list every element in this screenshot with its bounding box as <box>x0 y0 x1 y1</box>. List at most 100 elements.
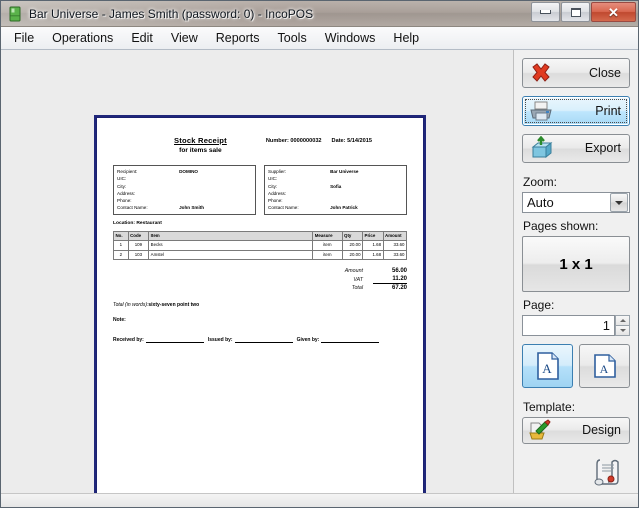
minimize-icon <box>540 10 551 14</box>
document-title: Stock Receipt <box>174 136 227 145</box>
header-qty: Qty <box>341 230 364 242</box>
header-amount: Amount <box>382 230 408 242</box>
tools-sidebar: Close Print Export Zoom: Auto Pages show… <box>514 50 638 493</box>
totals-label-vat: VAT <box>353 276 363 283</box>
location-line: Location: Restaurant <box>113 220 162 226</box>
document-header: Stock Receipt for items sale Number: 000… <box>113 136 407 154</box>
recipient-label-5: Contact Name: <box>117 205 148 211</box>
signature-rule-received <box>145 337 204 344</box>
supplier-value-5: John Patrick <box>330 205 358 211</box>
chevron-down-icon[interactable] <box>610 193 628 213</box>
totals-row-total: Total 67.20 <box>345 284 407 293</box>
caret-up-icon <box>619 319 626 323</box>
signature-rule-given <box>321 337 380 344</box>
cell-measure: item <box>312 240 343 251</box>
totals-value-vat: 11.20 <box>373 275 407 285</box>
cell-measure: item <box>312 249 343 261</box>
print-button[interactable]: Print <box>522 95 630 126</box>
menu-item-edit[interactable]: Edit <box>122 28 162 48</box>
design-button-label: Design <box>582 423 621 438</box>
application-window: Bar Universe - James Smith (password: 0)… <box>0 0 639 508</box>
cell-price: 1.68 <box>362 240 384 251</box>
supplier-label-4: Phone: <box>268 198 283 204</box>
menu-item-file[interactable]: File <box>5 28 43 48</box>
print-preview-area[interactable]: Stock Receipt for items sale Number: 000… <box>1 50 514 493</box>
menu-item-view[interactable]: View <box>162 28 207 48</box>
supplier-label-0: Supplier: <box>268 169 287 174</box>
maximize-button[interactable] <box>561 2 590 22</box>
total-in-words-value: sixty-seven point two <box>148 302 200 309</box>
app-icon <box>7 6 23 22</box>
cell-item: Amstel <box>148 249 314 261</box>
cell-no: 2 <box>113 249 129 261</box>
header-measure: Measure <box>312 230 343 242</box>
recipient-label-3: Address: <box>117 190 136 196</box>
minimize-button[interactable] <box>531 2 560 22</box>
zoom-label: Zoom: <box>523 175 558 190</box>
close-icon: ✕ <box>608 4 619 20</box>
signature-lines: Received by: Issued by: Given by: <box>113 337 407 344</box>
signature-received-by: Received by: <box>113 337 204 344</box>
zoom-select[interactable]: Auto <box>522 192 630 214</box>
document-page[interactable]: Stock Receipt for items sale Number: 000… <box>96 117 424 493</box>
portrait-orientation-button[interactable]: A <box>522 343 573 388</box>
export-button[interactable]: Export <box>522 133 630 164</box>
supplier-label-1: UIC: <box>268 176 278 182</box>
supplier-label-2: City: <box>268 183 278 189</box>
document-date: Date: 5/14/2015 <box>331 138 372 144</box>
close-button[interactable]: Close <box>522 58 630 88</box>
printer-icon <box>528 99 554 123</box>
page-decrement-button[interactable] <box>615 325 630 336</box>
menu-item-reports[interactable]: Reports <box>207 28 269 48</box>
header-code: Code <box>127 230 150 242</box>
totals-row-vat: VAT 11.20 <box>345 275 407 285</box>
recipient-label-0: Recipient: <box>117 169 138 174</box>
cell-amount: 33.60 <box>382 240 408 251</box>
table-row: 1 109 Becks item 20.00 1.68 33.60 <box>113 240 408 251</box>
window-body: Stock Receipt for items sale Number: 000… <box>1 50 638 493</box>
items-table: No. Code Item Measure Qty Price Amount 1… <box>113 230 408 261</box>
signature-label-received: Received by: <box>113 337 144 344</box>
page-stepper[interactable]: 1 <box>522 314 630 336</box>
cell-item: Becks <box>148 240 314 251</box>
menu-item-tools[interactable]: Tools <box>269 28 316 48</box>
total-in-words: Total (in words):sixty-seven point two <box>113 302 407 308</box>
signature-rule-issued <box>234 337 293 344</box>
menu-item-windows[interactable]: Windows <box>316 28 385 48</box>
header-price: Price <box>362 230 384 242</box>
pages-shown-value[interactable]: 1 x 1 <box>522 236 630 292</box>
svg-text:A: A <box>542 361 552 376</box>
page-label: Page: <box>523 297 555 312</box>
cell-qty: 20.00 <box>341 240 364 251</box>
red-x-icon <box>528 61 554 85</box>
close-button-label: Close <box>589 65 621 80</box>
totals-block: Amount 56.00 VAT 11.20 Total 67.20 <box>113 267 407 292</box>
recipient-value-0: DOMINO <box>179 169 198 174</box>
recipient-label-4: Phone: <box>117 198 132 204</box>
signature-given-by: Given by: <box>296 337 380 344</box>
window-title: Bar Universe - James Smith (password: 0)… <box>29 6 314 21</box>
menu-item-operations[interactable]: Operations <box>43 28 122 48</box>
signature-label-issued: Issued by: <box>207 337 233 344</box>
document-number: Number: 0000000032 <box>265 138 322 144</box>
template-label: Template: <box>523 399 576 414</box>
header-no: No. <box>113 230 129 242</box>
supplier-value-2: Sofia <box>330 183 342 189</box>
close-window-button[interactable]: ✕ <box>591 2 636 22</box>
recipient-label-1: UIC: <box>117 176 127 182</box>
menu-bar: File Operations Edit View Reports Tools … <box>1 27 638 50</box>
design-button[interactable]: Design <box>522 416 630 445</box>
supplier-value-0: Bar Universe <box>330 169 359 174</box>
cell-no: 1 <box>113 240 129 251</box>
signature-label-given: Given by: <box>296 337 320 344</box>
page-input[interactable]: 1 <box>522 314 615 336</box>
header-item: Item <box>148 230 314 242</box>
supplier-label-5: Contact Name: <box>268 205 299 211</box>
recipient-value-5: John Smith <box>179 205 205 211</box>
menu-item-help[interactable]: Help <box>384 28 428 48</box>
table-row: 2 103 Amstel item 20.00 1.68 33.60 <box>113 249 408 261</box>
page-landscape-icon: A <box>593 354 616 378</box>
landscape-orientation-button[interactable]: A <box>579 343 630 388</box>
party-boxes: Recipient: DOMINO UIC: City: Address: Pho… <box>113 165 407 215</box>
page-increment-button[interactable] <box>615 314 630 326</box>
